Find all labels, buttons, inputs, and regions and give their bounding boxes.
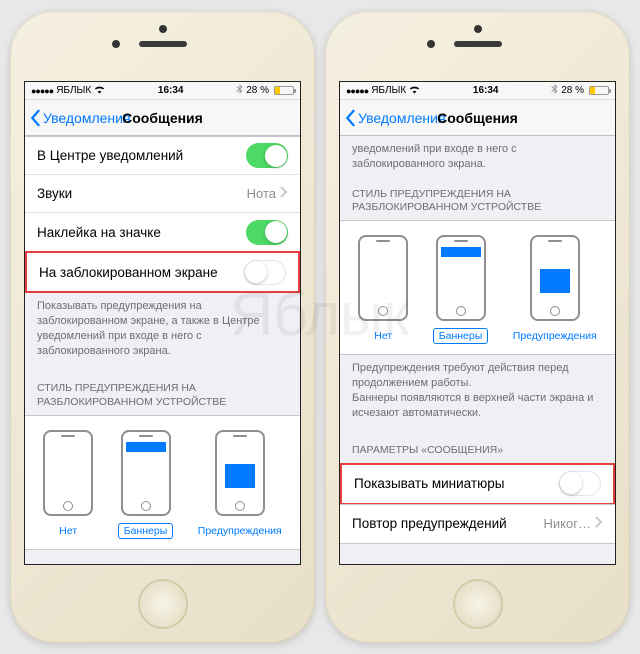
back-label: Уведомления — [358, 110, 446, 126]
proximity-sensor — [159, 25, 167, 33]
style-label: Баннеры — [118, 523, 174, 539]
row-lock-screen[interactable]: На заблокированном экране — [27, 253, 298, 291]
wifi-icon — [409, 85, 420, 97]
toggle-show-previews[interactable] — [559, 471, 601, 496]
style-alerts[interactable]: Предупреждения — [513, 235, 597, 344]
cell-label: Наклейка на значке — [37, 225, 246, 240]
style-label: Нет — [59, 525, 77, 537]
footer-style-desc: Предупреждения требуют действия перед пр… — [340, 355, 615, 430]
back-label: Уведомления — [43, 110, 131, 126]
cell-label: Звуки — [37, 186, 247, 201]
cell-label: Показывать миниатюры — [354, 476, 559, 491]
header-message-params: ПАРАМЕТРЫ «СООБЩЕНИЯ» — [340, 430, 615, 463]
header-alert-style: СТИЛЬ ПРЕДУПРЕЖДЕНИЯ НА РАЗБЛОКИРОВАННОМ… — [25, 368, 300, 414]
carrier-label: ЯБЛЫК — [371, 85, 406, 96]
home-button[interactable] — [138, 579, 188, 629]
toggle-lock-screen[interactable] — [244, 260, 286, 285]
proximity-sensor — [474, 25, 482, 33]
clock: 16:34 — [473, 85, 499, 96]
chevron-right-icon — [595, 516, 603, 531]
navigation-bar: Уведомления Сообщения — [25, 100, 300, 136]
alert-style-selector: Нет Баннеры Предупреждения — [25, 415, 300, 550]
front-camera — [427, 40, 435, 48]
style-alerts[interactable]: Предупреждения — [198, 430, 282, 539]
bluetooth-icon — [236, 84, 243, 97]
navigation-bar: Уведомления Сообщения — [340, 100, 615, 136]
row-repeat-alerts[interactable]: Повтор предупреждений Никог… — [340, 505, 615, 543]
battery-percent: 28 % — [246, 85, 269, 96]
style-label: Предупреждения — [198, 525, 282, 537]
style-banners[interactable]: Баннеры — [433, 235, 489, 344]
earpiece — [454, 41, 502, 47]
phone-right: ●●●●● ЯБЛЫК 16:34 28 % Уведомления Сообщ… — [325, 11, 630, 643]
style-banners[interactable]: Баннеры — [118, 430, 174, 539]
signal-dots-icon: ●●●●● — [31, 86, 53, 96]
carrier-label: ЯБЛЫК — [56, 85, 91, 96]
cell-label: В Центре уведомлений — [37, 148, 246, 163]
screen-right: ●●●●● ЯБЛЫК 16:34 28 % Уведомления Сообщ… — [339, 81, 616, 565]
back-button[interactable]: Уведомления — [25, 109, 131, 127]
earpiece — [139, 41, 187, 47]
cell-label: Повтор предупреждений — [352, 516, 544, 531]
status-bar: ●●●●● ЯБЛЫК 16:34 28 % — [340, 82, 615, 100]
alert-style-selector: Нет Баннеры Предупреждения — [340, 220, 615, 355]
bluetooth-icon — [551, 84, 558, 97]
row-sounds[interactable]: Звуки Нота — [25, 175, 300, 213]
style-label: Нет — [374, 330, 392, 342]
chevron-right-icon — [280, 186, 288, 201]
row-badge[interactable]: Наклейка на значке — [25, 213, 300, 251]
toggle-badge[interactable] — [246, 220, 288, 245]
footer-partial: уведомлений при входе в него с заблокиро… — [340, 136, 615, 182]
cell-label: На заблокированном экране — [39, 265, 244, 280]
style-none[interactable]: Нет — [43, 430, 93, 539]
screen-left: ●●●●● ЯБЛЫК 16:34 28 % Уведомления Соо — [24, 81, 301, 565]
clock: 16:34 — [158, 85, 184, 96]
battery-icon — [274, 86, 294, 95]
row-notification-center[interactable]: В Центре уведомлений — [25, 137, 300, 175]
footer-lock-screen: Показывать предупреждения на заблокирова… — [25, 293, 300, 368]
battery-percent: 28 % — [561, 85, 584, 96]
cell-value: Никог… — [544, 516, 591, 531]
wifi-icon — [94, 85, 105, 97]
status-bar: ●●●●● ЯБЛЫК 16:34 28 % — [25, 82, 300, 100]
header-alert-style: СТИЛЬ ПРЕДУПРЕЖДЕНИЯ НА РАЗБЛОКИРОВАННОМ… — [340, 182, 615, 220]
front-camera — [112, 40, 120, 48]
style-none[interactable]: Нет — [358, 235, 408, 344]
battery-icon — [589, 86, 609, 95]
row-show-previews[interactable]: Показывать миниатюры — [342, 465, 613, 503]
style-label: Баннеры — [433, 328, 489, 344]
home-button[interactable] — [453, 579, 503, 629]
toggle-notification-center[interactable] — [246, 143, 288, 168]
style-label: Предупреждения — [513, 330, 597, 342]
back-button[interactable]: Уведомления — [340, 109, 446, 127]
cell-value: Нота — [247, 186, 276, 201]
phone-left: ●●●●● ЯБЛЫК 16:34 28 % Уведомления Соо — [10, 11, 315, 643]
signal-dots-icon: ●●●●● — [346, 86, 368, 96]
